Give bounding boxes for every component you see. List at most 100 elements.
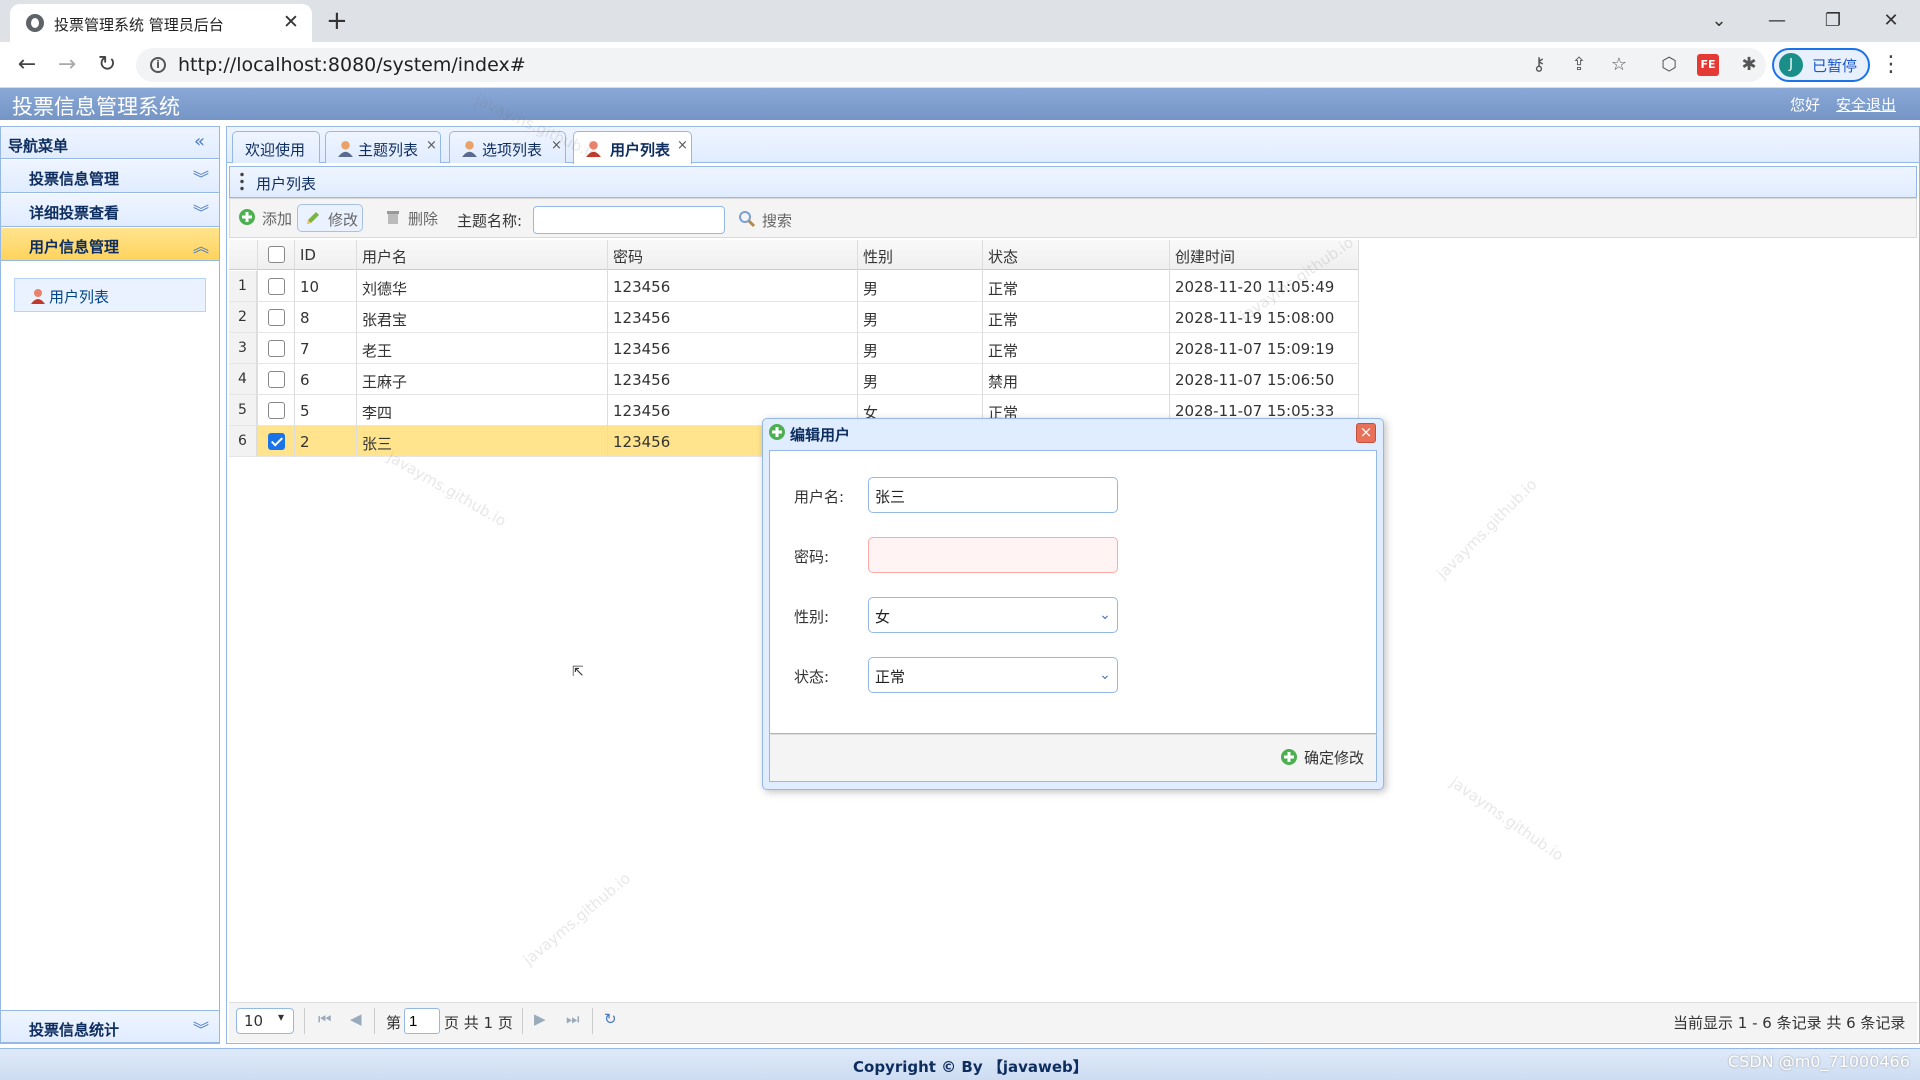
sidebar-section-vote-detail[interactable]: 详细投票查看 ︾ — [1, 194, 219, 227]
row-checkbox[interactable] — [268, 371, 285, 388]
last-page-icon[interactable]: ⏭ — [566, 1010, 580, 1028]
row-number: 5 — [229, 395, 257, 425]
profile-button[interactable]: J 已暂停 — [1772, 48, 1870, 82]
next-page-icon[interactable]: ▶ — [534, 1010, 546, 1028]
sidebar-section-user-manage[interactable]: 用户信息管理 ︽ — [1, 228, 219, 261]
cell-pwd: 123456 — [613, 309, 671, 327]
row-checkbox[interactable] — [268, 278, 285, 295]
add-button[interactable]: 添加 — [232, 204, 296, 232]
collapse-sidebar-icon[interactable]: « — [194, 131, 205, 152]
new-tab-button[interactable]: + — [326, 8, 348, 34]
add-icon — [239, 209, 255, 225]
search-button[interactable]: 搜索 — [736, 210, 792, 231]
forward-button[interactable]: → — [52, 50, 82, 80]
cell-status: 禁用 — [988, 373, 1019, 391]
table-row[interactable]: 1 10 刘德华 123456 男 正常 2028-11-20 11:05:49 — [229, 271, 1359, 302]
row-checkbox[interactable] — [268, 402, 285, 419]
table-row[interactable]: 2 8 张君宝 123456 男正常 2028-11-19 15:08:00 — [229, 302, 1359, 333]
mouse-cursor-icon: ⇱ — [572, 664, 584, 680]
delete-button-label: 删除 — [408, 210, 439, 228]
column-header-created[interactable]: 创建时间 — [1175, 246, 1235, 267]
puzzle-icon[interactable]: ✱ — [1736, 52, 1762, 78]
username-field[interactable] — [868, 477, 1118, 513]
cell-id: 6 — [300, 371, 310, 389]
star-icon[interactable]: ☆ — [1606, 52, 1632, 78]
tab-topic-list[interactable]: 主题列表 × — [325, 131, 441, 163]
edit-button[interactable]: 修改 — [297, 204, 364, 232]
reload-button[interactable]: ↻ — [92, 50, 122, 80]
row-number: 2 — [229, 302, 257, 332]
sidebar-section-vote-manage[interactable]: 投票信息管理 ︾ — [1, 160, 219, 193]
cell-created: 2028-11-07 15:09:19 — [1175, 340, 1335, 358]
column-header-password[interactable]: 密码 — [613, 246, 643, 267]
pager-separator — [374, 1008, 375, 1034]
cell-sex: 男 — [863, 280, 879, 298]
chevron-down-icon[interactable]: ⌄ — [1093, 658, 1117, 692]
browser-tab[interactable]: 投票管理系统 管理员后台 ✕ — [10, 4, 312, 42]
select-all-checkbox[interactable] — [268, 246, 285, 263]
username-value: 张三 — [875, 488, 906, 506]
search-label: 主题名称: — [457, 212, 523, 230]
page-total-text: 页 共 1 页 — [444, 1014, 513, 1032]
table-row[interactable]: 4 6 王麻子 123456 男 禁用 2028-11-07 15:06:50 — [229, 364, 1359, 395]
column-header-sex[interactable]: 性别 — [863, 246, 893, 267]
table-row[interactable]: 3 7 老王 123456 男 正常 2028-11-07 15:09:19 — [229, 333, 1359, 364]
more-menu-icon[interactable]: ⋮ — [1880, 52, 1902, 78]
cell-name: 刘德华 — [362, 280, 408, 298]
back-button[interactable]: ← — [12, 50, 42, 80]
url-text[interactable]: http://localhost:8080/system/index# — [178, 54, 526, 76]
confirm-edit-button[interactable]: 确定修改 — [1278, 747, 1364, 768]
cell-status: 正常 — [988, 311, 1019, 329]
tab-close-icon[interactable]: × — [677, 138, 688, 153]
column-header-id[interactable]: ID — [300, 246, 316, 264]
column-header-status[interactable]: 状态 — [988, 246, 1018, 267]
panel-header — [229, 166, 1917, 198]
sex-value: 女 — [875, 608, 891, 626]
dialog-close-button[interactable]: × — [1356, 423, 1376, 443]
delete-icon — [387, 211, 399, 224]
minimize-button[interactable]: — — [1762, 6, 1792, 36]
tab-close-icon[interactable]: × — [426, 138, 437, 153]
tab-close-icon[interactable]: ✕ — [280, 11, 302, 33]
fe-extension-icon[interactable]: FE — [1697, 54, 1719, 76]
chevron-down-icon[interactable]: ⌄ — [1093, 598, 1117, 632]
status-select[interactable] — [868, 657, 1118, 693]
copyright-text: Copyright © By 【javaweb】 — [853, 1058, 1088, 1076]
sidebar — [0, 126, 220, 1044]
refresh-icon[interactable]: ↻ — [604, 1010, 617, 1028]
row-checkbox[interactable] — [268, 433, 285, 450]
chevron-down-icon: ▾ — [278, 1010, 285, 1024]
row-checkbox[interactable] — [268, 309, 285, 326]
password-field[interactable] — [868, 537, 1118, 573]
greeting-text: 您好 — [1790, 96, 1821, 114]
search-input[interactable] — [533, 206, 725, 234]
sidebar-item-user-list[interactable]: 用户列表 — [14, 278, 206, 312]
column-header-username[interactable]: 用户名 — [362, 246, 407, 267]
prev-page-icon[interactable]: ◀ — [350, 1010, 362, 1028]
close-window-button[interactable]: ✕ — [1876, 6, 1906, 36]
sidebar-section-vote-stats[interactable]: 投票信息统计 ︾ — [1, 1010, 219, 1043]
key-icon[interactable]: ⚷ — [1526, 52, 1552, 78]
app-header — [0, 88, 1920, 120]
first-page-icon[interactable]: ⏮ — [318, 1010, 332, 1028]
extension-icon[interactable]: ⬡ — [1656, 52, 1682, 78]
row-number: 3 — [229, 333, 257, 363]
sex-select[interactable] — [868, 597, 1118, 633]
add-button-label: 添加 — [262, 210, 293, 228]
cell-sex: 男 — [863, 342, 879, 360]
restore-button[interactable]: ❐ — [1818, 6, 1848, 36]
page-number-input[interactable] — [404, 1008, 440, 1034]
delete-button[interactable]: 删除 — [378, 204, 442, 232]
pager-info: 当前显示 1 - 6 条记录 共 6 条记录 — [1673, 1014, 1906, 1032]
tab-search-icon[interactable]: ⌄ — [1704, 6, 1734, 36]
share-icon[interactable]: ⇪ — [1566, 52, 1592, 78]
tab-welcome[interactable]: 欢迎使用 — [232, 131, 320, 163]
row-checkbox[interactable] — [268, 340, 285, 357]
cell-created: 2028-11-07 15:06:50 — [1175, 371, 1335, 389]
cell-id: 2 — [300, 433, 310, 451]
cell-name: 张三 — [362, 435, 393, 453]
chevron-down-icon: ︾ — [193, 203, 210, 222]
password-label: 密码: — [794, 548, 830, 566]
logout-link[interactable]: 安全退出 — [1836, 94, 1896, 115]
info-icon[interactable]: i — [150, 57, 166, 73]
